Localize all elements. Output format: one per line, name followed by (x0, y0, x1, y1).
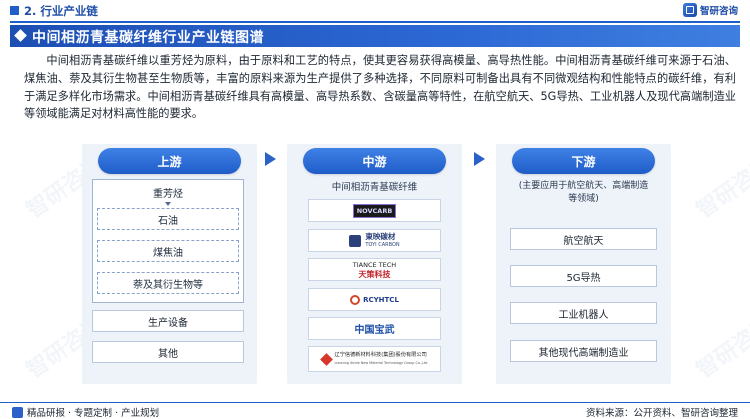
midstream-subtitle: 中间相沥青基碳纤维 (331, 182, 418, 193)
downstream-item: 航空航天 (510, 228, 657, 250)
midstream-header: 中游 (303, 148, 446, 174)
group-item: 石油 (97, 208, 239, 230)
upstream-header: 上游 (98, 148, 241, 174)
upstream-panel: 上游 重芳烃 石油 煤焦油 萘及其衍生物等 生产设备 其他 (82, 144, 257, 384)
watermark: 智研咨询 (692, 312, 750, 384)
liaoning-icon (319, 352, 333, 366)
upstream-item: 生产设备 (92, 310, 244, 332)
downstream-panel: 下游 (主要应用于航空航天、高端制造等领域) 航空航天 5G导热 工业机器人 其… (496, 144, 671, 384)
downstream-item: 工业机器人 (510, 302, 657, 324)
novcarb-logo: NOVCARB (352, 203, 397, 218)
group-item: 煤焦油 (97, 240, 239, 262)
watermark: 智研咨询 (692, 152, 750, 224)
tiance-sub: 天策科技 (358, 269, 391, 279)
toyi-carbon-name: 東映碳材 (365, 231, 396, 241)
downstream-header: 下游 (512, 148, 655, 174)
raw-material-group: 重芳烃 石油 煤焦油 萘及其衍生物等 (92, 179, 244, 303)
group-lead: 重芳烃 (153, 188, 183, 200)
baowu-name: 中国宝武 (354, 325, 395, 336)
brand-name: 智研咨询 (699, 6, 738, 17)
top-divider (10, 21, 740, 23)
footer-source: 资料来源：公开资料、智研咨询整理 (585, 408, 738, 419)
section-marker-icon (10, 6, 19, 15)
rcyhtcl-name: RCYHTCL (363, 295, 399, 304)
liaoning-sub: Liaoning Xinde New Material Technology G… (334, 361, 428, 365)
rcyhtcl-icon (350, 294, 361, 305)
downstream-item: 5G导热 (510, 265, 657, 287)
brand-logo-icon (682, 3, 697, 17)
diamond-icon (14, 29, 27, 42)
company-logo-novcarb: NOVCARB (308, 199, 441, 222)
company-logo-tiance: TIANCE TECH 天策科技 (308, 258, 441, 281)
company-logo-rcyhtcl: RCYHTCL (308, 288, 441, 311)
arrow-right-icon (474, 152, 485, 166)
toyi-carbon-sub: TOYI CARBON (365, 241, 400, 248)
group-item: 萘及其衍生物等 (97, 272, 239, 294)
upstream-item: 其他 (92, 341, 244, 363)
footer-divider (0, 402, 750, 403)
footer-left: 精品研报 · 专题定制 · 产业规划 (12, 405, 159, 419)
company-logo-baowu: 中国宝武 (308, 317, 441, 340)
title-band: 中间相沥青基碳纤维行业产业链图谱 (10, 25, 740, 47)
intro-paragraph: 中间相沥青基碳纤维以重芳烃为原料，由于原料和工艺的特点，使其更容易获得高模量、高… (24, 54, 736, 121)
liaoning-name: 辽宁信德新材料科技(集团)股份有限公司 (334, 352, 427, 358)
downstream-subtitle: (主要应用于航空航天、高端制造等领域) (518, 181, 649, 204)
toyi-carbon-icon (349, 234, 362, 247)
company-logo-liaoning: 辽宁信德新材料科技(集团)股份有限公司 Liaoning Xinde New M… (308, 346, 441, 372)
brand: 智研咨询 (682, 3, 738, 17)
company-logo-toyi: 東映碳材 TOYI CARBON (308, 229, 441, 252)
footer: 精品研报 · 专题定制 · 产业规划 资料来源：公开资料、智研咨询整理 (0, 402, 750, 419)
footer-tagline: 精品研报 · 专题定制 · 产业规划 (27, 408, 160, 419)
page-title: 中间相沥青基碳纤维行业产业链图谱 (32, 30, 264, 46)
arrow-down-icon (165, 202, 171, 206)
arrow-right-icon (265, 152, 276, 166)
footer-logo-icon (12, 406, 23, 418)
midstream-panel: 中游 中间相沥青基碳纤维 NOVCARB 東映碳材 TOYI CARBON TI… (287, 144, 462, 384)
downstream-item: 其他现代高端制造业 (510, 340, 657, 362)
tiance-name: TIANCE TECH (352, 260, 397, 269)
top-bar: 2. 行业产业链 智研咨询 (0, 0, 750, 23)
section-title: 2. 行业产业链 (24, 4, 98, 18)
